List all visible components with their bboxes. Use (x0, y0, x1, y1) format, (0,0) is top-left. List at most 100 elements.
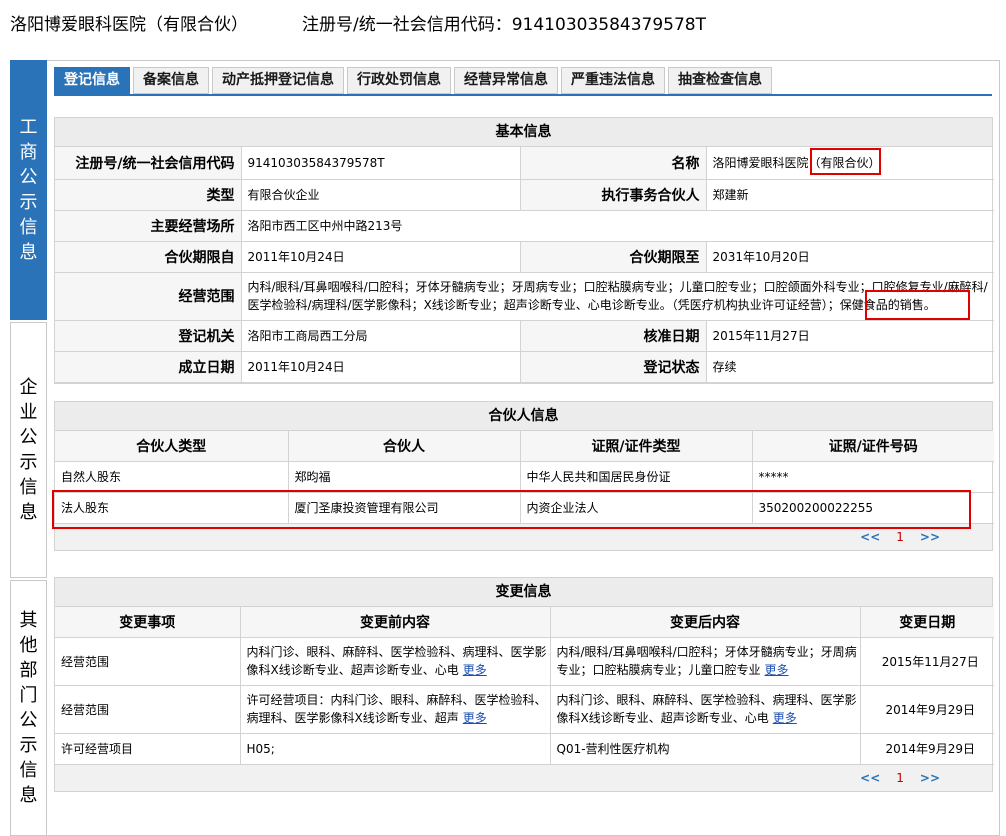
cell: 经营范围 (55, 636, 241, 686)
partner-label: 执行事务合伙人 (519, 178, 707, 211)
nav-char: 息 (19, 242, 38, 263)
tab-serious-violation[interactable]: 严重违法信息 (561, 67, 665, 94)
nav-char: 业 (19, 402, 38, 423)
scope-value: 内科/眼科/耳鼻咽喉科/口腔科；牙体牙髓病专业；牙周病专业；口腔粘膜病专业；儿童… (240, 271, 994, 321)
nav-item-qita[interactable]: 其他部门公示信息 (10, 580, 47, 836)
nav-char: 示 (19, 452, 38, 473)
type-value: 有限合伙企业 (240, 178, 521, 211)
pager-page[interactable]: 1 (896, 771, 904, 785)
address-label: 主要经营场所 (55, 209, 242, 242)
change-pager: << 1 >> (55, 764, 992, 791)
cell: 法人股东 (55, 491, 289, 524)
nav-char: 商 (19, 142, 38, 163)
cell: 2014年9月29日 (859, 732, 994, 765)
tab-underline (54, 94, 992, 96)
more-link[interactable]: 更多 (773, 711, 797, 725)
left-nav: 工商公示信息 企业公示信息 其他部门公示信息 (10, 60, 47, 836)
cell: 2015年11月27日 (859, 636, 994, 686)
cell: ***** (751, 460, 994, 493)
nav-item-qiye[interactable]: 企业公示信息 (10, 322, 47, 578)
col-partner-type: 合伙人类型 (55, 431, 289, 462)
nav-char: 息 (19, 502, 38, 523)
start-value: 2011年10月24日 (240, 240, 521, 273)
type-label: 类型 (55, 178, 242, 211)
tab-bar: 登记信息 备案信息 动产抵押登记信息 行政处罚信息 经营异常信息 严重违法信息 … (54, 67, 775, 94)
partner-table: 合伙人类型 合伙人 证照/证件类型 证照/证件号码 自然人股东 郑昀福 中华人民… (55, 431, 994, 524)
col-before: 变更前内容 (239, 607, 551, 638)
table-row: 法人股东 厦门圣康投资管理有限公司 内资企业法人 350200200022255 (55, 491, 994, 524)
table-row: 许可经营项目 H05; Q01-营利性医疗机构 2014年9月29日 (55, 732, 994, 765)
nav-char: 信 (19, 477, 38, 498)
scope-label: 经营范围 (55, 271, 242, 321)
nav-char: 示 (19, 192, 38, 213)
nav-char: 公 (19, 710, 38, 731)
cell: 350200200022255 (751, 491, 994, 524)
cell: 2014年9月29日 (859, 684, 994, 734)
cell: 自然人股东 (55, 460, 289, 493)
nav-char: 公 (19, 427, 38, 448)
nav-char: 他 (19, 635, 38, 656)
nav-char: 工 (19, 117, 38, 138)
end-value: 2031年10月20日 (705, 240, 994, 273)
tab-filing[interactable]: 备案信息 (133, 67, 209, 94)
tab-penalty[interactable]: 行政处罚信息 (347, 67, 451, 94)
cell: 厦门圣康投资管理有限公司 (287, 491, 521, 524)
cell-after: 内科门诊、眼科、麻醉科、医学检验科、病理科、医学影像科X线诊断专业、超声诊断专业… (556, 693, 857, 725)
more-link[interactable]: 更多 (463, 663, 487, 677)
founded-value: 2011年10月24日 (240, 350, 521, 383)
pager-next[interactable]: >> (920, 771, 940, 785)
reg-no-value: 91410303584379578T (240, 147, 521, 180)
col-cert-no: 证照/证件号码 (751, 431, 994, 462)
cell: 内资企业法人 (519, 491, 753, 524)
basic-info-panel: 基本信息 注册号/统一社会信用代码 91410303584379578T 名称 … (54, 117, 994, 384)
more-link[interactable]: 更多 (765, 663, 789, 677)
nav-item-gongshang[interactable]: 工商公示信息 (10, 60, 47, 320)
company-name: 洛阳博爱眼科医院（有限合伙） (10, 15, 248, 35)
cell-after: 内科/眼科/耳鼻咽喉科/口腔科；牙体牙髓病专业；牙周病专业；口腔粘膜病专业；儿童… (556, 645, 857, 677)
approve-label: 核准日期 (519, 319, 707, 352)
main-content: 登记信息 备案信息 动产抵押登记信息 行政处罚信息 经营异常信息 严重违法信息 … (47, 60, 1000, 836)
status-label: 登记状态 (519, 350, 707, 383)
cell: 内科/眼科/耳鼻咽喉科/口腔科；牙体牙髓病专业；牙周病专业；口腔粘膜病专业；儿童… (549, 636, 861, 686)
nav-char: 信 (19, 217, 38, 238)
nav-char: 部 (19, 660, 38, 681)
nav-char: 信 (19, 760, 38, 781)
partner-info-panel: 合伙人信息 合伙人类型 合伙人 证照/证件类型 证照/证件号码 自然人股东 郑昀… (54, 401, 994, 551)
table-row: 经营范围 内科门诊、眼科、麻醉科、医学检验科、病理科、医学影像科X线诊断专业、超… (55, 636, 994, 686)
tab-chattel-mortgage[interactable]: 动产抵押登记信息 (212, 67, 344, 94)
change-table: 变更事项 变更前内容 变更后内容 变更日期 经营范围 内科门诊、眼科、麻醉科、医… (55, 607, 994, 765)
cell: Q01-营利性医疗机构 (549, 732, 861, 765)
basic-info-table: 注册号/统一社会信用代码 91410303584379578T 名称 洛阳博爱眼… (55, 147, 994, 383)
founded-label: 成立日期 (55, 350, 242, 383)
tab-registration[interactable]: 登记信息 (54, 67, 130, 94)
cell: H05; (239, 732, 551, 765)
pager-page[interactable]: 1 (896, 530, 904, 544)
nav-char: 公 (19, 167, 38, 188)
pager-prev[interactable]: << (860, 530, 880, 544)
reg-value: 91410303584379578T (511, 15, 706, 35)
authority-label: 登记机关 (55, 319, 242, 352)
tab-inspection[interactable]: 抽查检查信息 (668, 67, 772, 94)
approve-value: 2015年11月27日 (705, 319, 994, 352)
reg-no-label: 注册号/统一社会信用代码 (55, 147, 242, 180)
more-link[interactable]: 更多 (463, 711, 487, 725)
cell: 郑昀福 (287, 460, 521, 493)
nav-char: 企 (19, 377, 38, 398)
col-partner: 合伙人 (287, 431, 521, 462)
nav-char: 息 (19, 785, 38, 806)
authority-value: 洛阳市工商局西工分局 (240, 319, 521, 352)
cell: 内科门诊、眼科、麻醉科、医学检验科、病理科、医学影像科X线诊断专业、超声诊断专业… (549, 684, 861, 734)
basic-info-title: 基本信息 (55, 118, 992, 147)
tab-abnormal[interactable]: 经营异常信息 (454, 67, 558, 94)
status-value: 存续 (705, 350, 994, 383)
pager-prev[interactable]: << (860, 771, 880, 785)
change-info-title: 变更信息 (55, 578, 992, 607)
cell-before: 内科门诊、眼科、麻醉科、医学检验科、病理科、医学影像科X线诊断专业、超声诊断专业… (246, 645, 547, 677)
pager-next[interactable]: >> (920, 530, 940, 544)
change-info-panel: 变更信息 变更事项 变更前内容 变更后内容 变更日期 经营范围 内科门诊、眼科、… (54, 577, 994, 792)
page-title: 洛阳博爱眼科医院（有限合伙） 注册号/统一社会信用代码：9141030358437… (10, 10, 706, 36)
table-row: 自然人股东 郑昀福 中华人民共和国居民身份证 ***** (55, 460, 994, 493)
partner-pager: << 1 >> (55, 523, 992, 550)
cell: 许可经营项目 (55, 732, 241, 765)
name-value: 洛阳博爱眼科医院（有限合伙） (705, 147, 994, 180)
